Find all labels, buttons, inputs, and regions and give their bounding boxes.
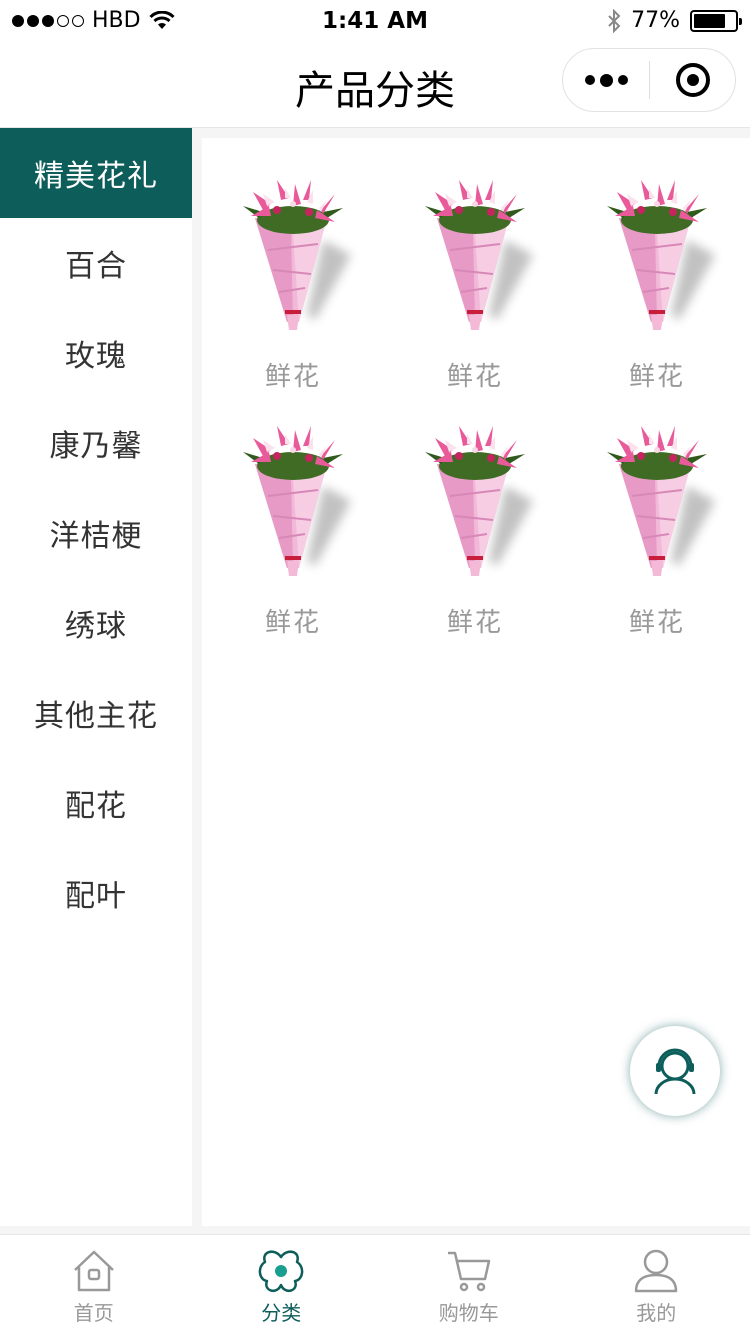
product-name: 鲜花 — [264, 608, 321, 638]
tab-category[interactable]: 分类 — [188, 1235, 376, 1334]
tab-label: 我的 — [636, 1301, 677, 1325]
battery-icon — [690, 9, 742, 32]
lily-bouquet-image — [223, 170, 363, 340]
sidebar-item-rose[interactable]: 玫瑰 — [0, 308, 192, 398]
lily-bouquet-image — [587, 170, 727, 340]
home-icon — [73, 1250, 114, 1292]
user-icon — [635, 1249, 678, 1293]
tab-label: 分类 — [261, 1301, 302, 1325]
battery-percent: 77% — [631, 8, 680, 33]
sidebar-item-gift-bouquets[interactable]: 精美花礼 — [0, 128, 192, 218]
mini-program-capsule — [562, 48, 736, 112]
sidebar-item-lisianthus[interactable]: 洋桔梗 — [0, 488, 192, 578]
status-right: 77% — [607, 8, 742, 33]
headset-agent-icon — [654, 1048, 696, 1095]
product-card[interactable]: 鲜花 — [566, 170, 748, 416]
product-name: 鲜花 — [628, 362, 685, 392]
tab-cart[interactable]: 购物车 — [375, 1235, 563, 1334]
tab-bar: 首页 分类 购物车 我的 — [0, 1234, 750, 1334]
product-grid: 鲜花 鲜花 鲜花 鲜花 鲜花 鲜花 — [202, 138, 750, 662]
lily-bouquet-image — [405, 170, 545, 340]
tab-label: 首页 — [73, 1301, 114, 1325]
cart-icon — [447, 1251, 490, 1292]
more-dot — [584, 75, 595, 85]
status-bar: HBD 1:41 AM 77% — [0, 0, 750, 42]
category-icon — [259, 1250, 304, 1293]
customer-service-button[interactable] — [630, 1026, 720, 1116]
sidebar-item-carnation[interactable]: 康乃馨 — [0, 398, 192, 488]
lily-bouquet-image — [223, 416, 363, 586]
product-card[interactable]: 鲜花 — [566, 416, 748, 662]
product-name: 鲜花 — [264, 362, 321, 392]
lily-bouquet-image — [405, 416, 545, 586]
battery-level — [694, 13, 725, 28]
product-name: 鲜花 — [446, 608, 503, 638]
more-button[interactable] — [563, 49, 649, 111]
product-card[interactable]: 鲜花 — [384, 170, 566, 416]
more-dot — [599, 73, 613, 87]
screen: HBD 1:41 AM 77% 产品分类 精美花礼 百合 玫瑰 康乃馨 洋桔梗 … — [0, 0, 750, 1334]
tab-home[interactable]: 首页 — [0, 1235, 188, 1334]
product-name: 鲜花 — [446, 362, 503, 392]
product-card[interactable]: 鲜花 — [384, 416, 566, 662]
product-card[interactable]: 鲜花 — [202, 170, 384, 416]
close-button[interactable] — [650, 49, 735, 111]
sidebar-item-other-main-flowers[interactable]: 其他主花 — [0, 668, 192, 758]
tab-label: 购物车 — [438, 1301, 499, 1325]
sidebar-item-hydrangea[interactable]: 绣球 — [0, 578, 192, 668]
tab-profile[interactable]: 我的 — [563, 1235, 750, 1334]
bluetooth-icon — [608, 8, 621, 33]
category-sidebar: 精美花礼 百合 玫瑰 康乃馨 洋桔梗 绣球 其他主花 配花 配叶 — [0, 128, 192, 1226]
lily-bouquet-image — [587, 416, 727, 586]
close-icon — [675, 63, 710, 97]
sidebar-item-foliage[interactable]: 配叶 — [0, 848, 192, 938]
product-card[interactable]: 鲜花 — [202, 416, 384, 662]
more-dot — [617, 75, 628, 85]
sidebar-item-filler-flowers[interactable]: 配花 — [0, 758, 192, 848]
product-name: 鲜花 — [628, 608, 685, 638]
sidebar-item-lily[interactable]: 百合 — [0, 218, 192, 308]
nav-bar: 产品分类 — [0, 42, 750, 128]
